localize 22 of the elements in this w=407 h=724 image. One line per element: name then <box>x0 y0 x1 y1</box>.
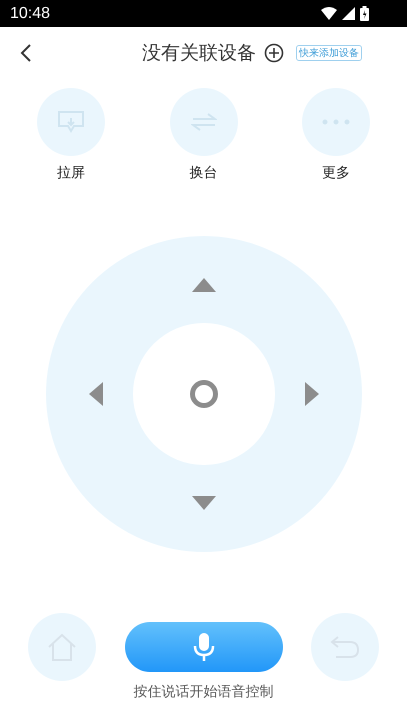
up-arrow-icon[interactable] <box>190 277 216 293</box>
back-icon[interactable] <box>20 43 32 63</box>
down-arrow-icon[interactable] <box>190 495 216 511</box>
battery-icon <box>360 6 369 21</box>
add-device-hint: 快来添加设备 <box>296 45 362 61</box>
right-arrow-icon[interactable] <box>304 381 320 407</box>
action-label: 换台 <box>190 164 218 182</box>
more-icon <box>322 119 350 125</box>
swap-arrows-icon <box>190 112 216 132</box>
signal-icon <box>342 7 355 20</box>
microphone-icon <box>192 632 216 662</box>
wifi-icon <box>321 7 337 20</box>
page-title: 没有关联设备 <box>142 41 256 66</box>
voice-hint: 按住说话开始语音控制 <box>132 683 274 701</box>
action-label: 更多 <box>322 164 350 182</box>
status-time: 10:48 <box>10 4 50 22</box>
screen-icon <box>57 110 85 134</box>
voice-button[interactable] <box>124 622 282 672</box>
action-label: 拉屏 <box>57 164 85 182</box>
ring-icon <box>188 379 218 409</box>
add-icon[interactable] <box>264 43 284 63</box>
left-arrow-icon[interactable] <box>88 381 104 407</box>
